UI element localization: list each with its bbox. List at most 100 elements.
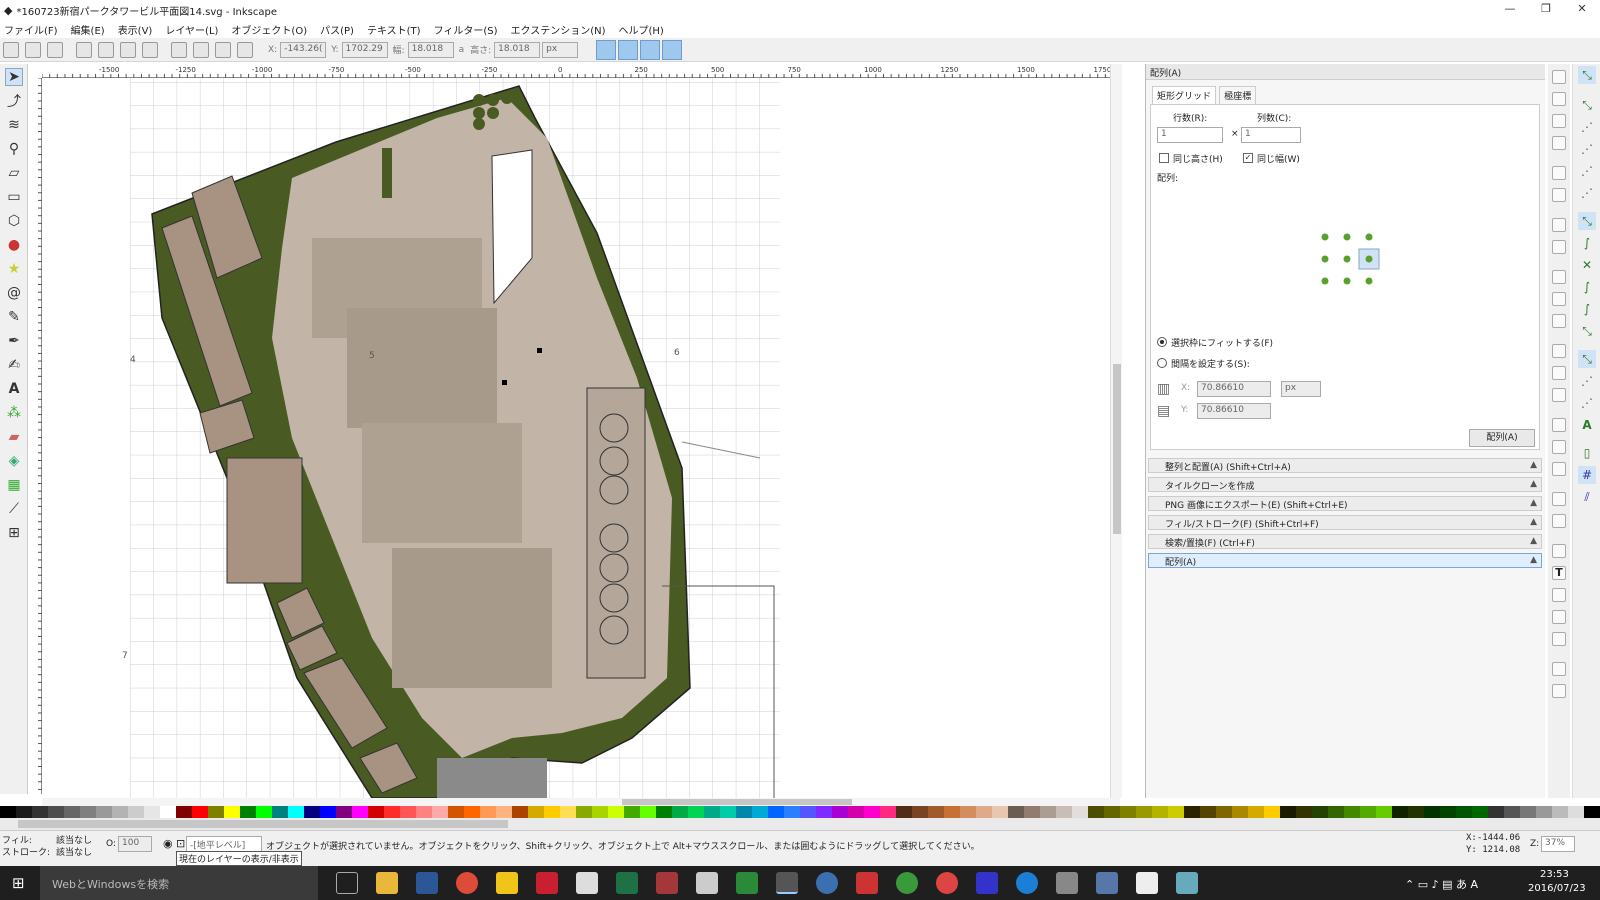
color-swatch[interactable] xyxy=(1328,806,1344,818)
fit-bbox-radio[interactable] xyxy=(1157,337,1167,347)
windows-start-icon[interactable]: ⊞ xyxy=(12,874,25,892)
snap-text-baseline-icon[interactable]: A xyxy=(1578,416,1596,434)
dock-arrange[interactable]: 配列(A) ▲ xyxy=(1148,553,1542,568)
game-app-icon[interactable] xyxy=(736,872,758,894)
color-swatch[interactable] xyxy=(528,806,544,818)
color-swatch[interactable] xyxy=(240,806,256,818)
menu-edit[interactable]: 編集(E) xyxy=(71,22,105,37)
color-swatch[interactable] xyxy=(224,806,240,818)
color-swatch[interactable] xyxy=(640,806,656,818)
color-swatch[interactable] xyxy=(304,806,320,818)
color-swatch[interactable] xyxy=(336,806,352,818)
opacity-field[interactable]: 100 xyxy=(118,836,152,852)
snap-rotation-center-icon[interactable]: ⋰ xyxy=(1578,394,1596,412)
color-swatch[interactable] xyxy=(1280,806,1296,818)
document-properties-icon[interactable] xyxy=(1552,684,1566,698)
color-swatch[interactable] xyxy=(912,806,928,818)
menu-help[interactable]: ヘルプ(H) xyxy=(619,22,664,37)
calculator-icon[interactable] xyxy=(576,872,598,894)
app-icon-blue[interactable] xyxy=(1096,872,1118,894)
color-swatch[interactable] xyxy=(1344,806,1360,818)
spiral-tool-icon[interactable]: @ xyxy=(5,284,23,302)
fill-stroke-icon[interactable] xyxy=(1552,544,1566,558)
calligraphy-tool-icon[interactable]: ✍ xyxy=(5,356,23,374)
color-swatch[interactable] xyxy=(816,806,832,818)
snap-bbox-center-icon[interactable]: ⋰ xyxy=(1578,184,1596,202)
open-file-icon[interactable] xyxy=(1552,92,1566,106)
scale-stroke-toggle[interactable] xyxy=(596,39,617,60)
current-layer-select[interactable]: -[地平レベル] xyxy=(186,836,262,852)
color-swatch[interactable] xyxy=(144,806,160,818)
set-spacing-radio[interactable] xyxy=(1157,358,1167,368)
taskbar-search-box[interactable]: WebとWindowsを検索 xyxy=(40,866,318,900)
transform-gradients-toggle[interactable] xyxy=(640,39,661,60)
color-swatch[interactable] xyxy=(416,806,432,818)
color-swatch[interactable] xyxy=(0,806,16,818)
group-icon[interactable] xyxy=(1552,492,1566,506)
spray-tool-icon[interactable]: ⁂ xyxy=(5,404,23,422)
color-swatch[interactable] xyxy=(688,806,704,818)
pencil-tool-icon[interactable]: ✎ xyxy=(5,308,23,326)
arrange-button[interactable]: 配列(A) xyxy=(1469,429,1535,447)
text-tool-icon[interactable]: A xyxy=(5,380,23,398)
color-swatch[interactable] xyxy=(1152,806,1168,818)
zoom-drawing-icon[interactable] xyxy=(1552,366,1566,380)
raise-to-top-icon[interactable] xyxy=(171,41,187,58)
color-swatch[interactable] xyxy=(944,806,960,818)
color-swatch[interactable] xyxy=(272,806,288,818)
menu-extensions[interactable]: エクステンション(N) xyxy=(511,22,606,37)
menu-view[interactable]: 表示(V) xyxy=(118,22,153,37)
color-swatch[interactable] xyxy=(368,806,384,818)
snap-paths-icon[interactable]: ∫ xyxy=(1578,234,1596,252)
color-swatch[interactable] xyxy=(192,806,208,818)
snap-guide-icon[interactable]: ⫽ xyxy=(1578,488,1596,506)
color-swatch[interactable] xyxy=(1504,806,1520,818)
width-field[interactable]: 18.018 xyxy=(407,41,454,58)
app-icon-teal[interactable] xyxy=(1176,872,1198,894)
color-swatch[interactable] xyxy=(1488,806,1504,818)
gradient-tool-icon[interactable]: ▦ xyxy=(5,476,23,494)
color-swatch[interactable] xyxy=(112,806,128,818)
color-swatch[interactable] xyxy=(160,806,176,818)
snap-nodes-icon[interactable]: ⤡ xyxy=(1578,212,1596,230)
clone-icon[interactable] xyxy=(1552,440,1566,454)
redo-icon[interactable] xyxy=(1552,240,1566,254)
color-swatch[interactable] xyxy=(720,806,736,818)
dock-fill-stroke[interactable]: フィル/ストローク(F) (Shift+Ctrl+F) ▲ xyxy=(1148,515,1542,530)
export-icon[interactable] xyxy=(1552,188,1566,202)
print-icon[interactable] xyxy=(1552,136,1566,150)
color-swatch[interactable] xyxy=(1376,806,1392,818)
zoom-page-icon[interactable] xyxy=(1552,388,1566,402)
copy-icon[interactable] xyxy=(1552,270,1566,284)
save-icon[interactable] xyxy=(1552,114,1566,128)
color-swatch[interactable] xyxy=(400,806,416,818)
cols-field[interactable]: 1 xyxy=(1241,127,1301,143)
snap-bbox-midpoint-icon[interactable]: ⋰ xyxy=(1578,162,1596,180)
spacing-unit-select[interactable]: px xyxy=(1281,381,1321,397)
new-document-icon[interactable] xyxy=(1552,70,1566,84)
color-swatch[interactable] xyxy=(672,806,688,818)
dock-png-export[interactable]: PNG 画像にエクスポート(E) (Shift+Ctrl+E) ▲ xyxy=(1148,496,1542,511)
horizontal-ruler[interactable]: -1500 -1250 -1000 -750 -500 -250 0 250 500 750 100… xyxy=(42,64,1120,78)
app-icon-gray[interactable] xyxy=(1056,872,1078,894)
selector-tool-icon[interactable]: ➤ xyxy=(5,68,23,86)
snap-object-center-icon[interactable]: ⋰ xyxy=(1578,372,1596,390)
snap-smooth-icon[interactable]: ∫ xyxy=(1578,300,1596,318)
color-swatch[interactable] xyxy=(1024,806,1040,818)
undo-icon[interactable] xyxy=(1552,218,1566,232)
color-swatch[interactable] xyxy=(256,806,272,818)
star-tool-icon[interactable]: ★ xyxy=(5,260,23,278)
color-swatch[interactable] xyxy=(1296,806,1312,818)
color-swatch[interactable] xyxy=(768,806,784,818)
snap-page-border-icon[interactable]: ▯ xyxy=(1578,444,1596,462)
app-icon-globe[interactable] xyxy=(816,872,838,894)
same-height-checkbox[interactable] xyxy=(1159,153,1169,163)
alignment-anchor-grid[interactable] xyxy=(1317,227,1387,287)
horizontal-scrollbar[interactable] xyxy=(42,798,1120,806)
color-swatch[interactable] xyxy=(32,806,48,818)
zoom-tool-icon[interactable]: ⚲ xyxy=(5,140,23,158)
vertical-scroll-thumb[interactable] xyxy=(1113,364,1121,534)
tab-polar[interactable]: 極座標 xyxy=(1219,86,1257,104)
menu-file[interactable]: ファイル(F) xyxy=(4,22,58,37)
clock-time[interactable]: 23:53 xyxy=(1540,869,1569,880)
